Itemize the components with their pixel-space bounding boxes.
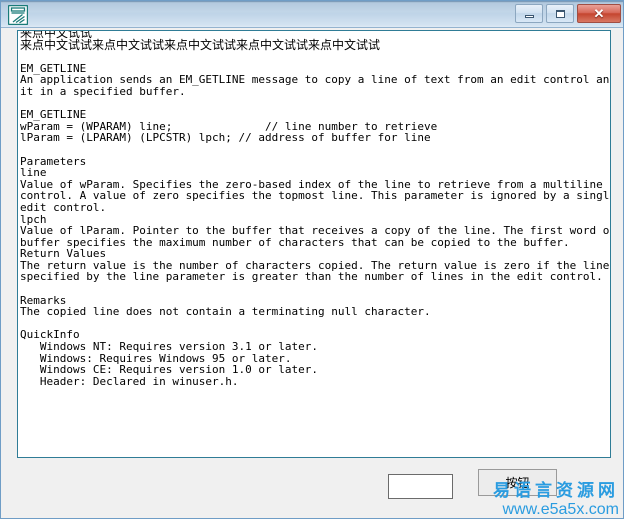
- documentation-text: 来点中文试试 来点中文试试来点中文试试来点中文试试来点中文试试来点中文试试 EM_G…: [20, 30, 611, 388]
- easy-language-logo-icon: [7, 4, 29, 26]
- application-window: ✕ 来点中文试试 来点中文试试来点中文试试来点中文试试来点中文试试来点中文试试 EM…: [0, 0, 624, 519]
- caption-button-group: ✕: [515, 4, 621, 23]
- client-area: 来点中文试试 来点中文试试来点中文试试来点中文试试来点中文试试来点中文试试 EM_G…: [1, 28, 623, 518]
- watermark-url: www.e5a5x.com: [502, 501, 620, 518]
- close-icon: ✕: [593, 6, 605, 21]
- titlebar-top-highlight: [1, 1, 623, 2]
- minimize-button[interactable]: [515, 4, 543, 23]
- small-text-input[interactable]: [388, 474, 453, 499]
- action-button[interactable]: 按钮: [478, 469, 557, 496]
- title-bar[interactable]: ✕: [1, 1, 623, 28]
- minimize-icon: [524, 14, 534, 18]
- close-button[interactable]: ✕: [577, 4, 621, 23]
- maximize-button[interactable]: [546, 4, 574, 23]
- maximize-icon: [555, 9, 565, 18]
- documentation-textarea[interactable]: 来点中文试试 来点中文试试来点中文试试来点中文试试来点中文试试来点中文试试 EM_G…: [17, 30, 611, 458]
